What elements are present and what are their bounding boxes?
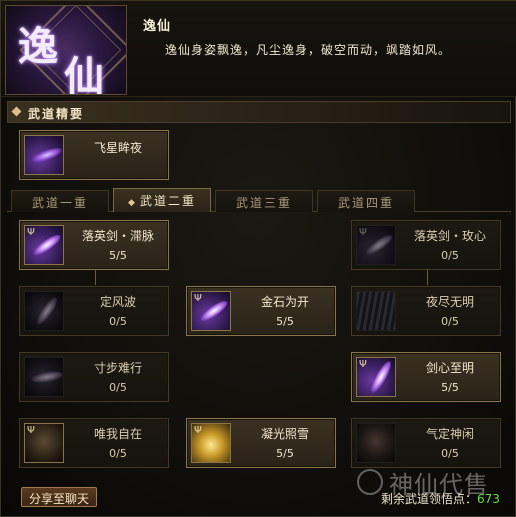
sword-slash-icon: Ψ bbox=[191, 291, 231, 331]
gold-light-icon: Ψ bbox=[191, 423, 231, 463]
skill-card-r2-left[interactable]: 定风波 0/5 bbox=[19, 286, 169, 336]
tree-connector bbox=[95, 269, 96, 285]
skill-card-r2-mid[interactable]: Ψ 金石为开 5/5 bbox=[186, 286, 336, 336]
skill-level: 5/5 bbox=[441, 381, 459, 394]
sect-title: 逸仙 bbox=[143, 19, 172, 34]
sword-light-icon: Ψ bbox=[356, 357, 396, 397]
skill-level: 5/5 bbox=[276, 447, 294, 460]
skill-card-r4-left[interactable]: Ψ 唯我自在 0/5 bbox=[19, 418, 169, 468]
sect-header: 逸 仙 逸仙 逸仙身姿飘逸，凡尘逸身，破空而动，飒踏如风。 bbox=[1, 1, 516, 97]
skill-name: 剑心至明 bbox=[425, 361, 474, 375]
diamond-bullet-icon: ◆ bbox=[128, 198, 137, 208]
tab-tier-1[interactable]: 武道一重 bbox=[11, 190, 109, 212]
essence-skill-card[interactable]: 飞星眸夜 bbox=[19, 130, 169, 180]
diamond-icon bbox=[11, 106, 22, 117]
skill-level: 5/5 bbox=[276, 315, 294, 328]
skill-level: 0/5 bbox=[109, 315, 127, 328]
sword-slash-icon: Ψ bbox=[24, 225, 64, 265]
martial-path-panel: 逸 仙 逸仙 逸仙身姿飘逸，凡尘逸身，破空而动，飒踏如风。 武道精要 飞星眸夜 … bbox=[0, 0, 516, 517]
skill-name: 凝光照雪 bbox=[260, 427, 309, 441]
skill-name: 寸步难行 bbox=[93, 361, 142, 375]
skill-level: 0/5 bbox=[109, 381, 127, 394]
skill-card-r1-right[interactable]: Ψ 落英剑・玫心 0/5 bbox=[351, 220, 501, 270]
tab-label: 武道二重 bbox=[139, 194, 196, 208]
skill-card-r3-left[interactable]: 寸步难行 0/5 bbox=[19, 352, 169, 402]
skill-card-r1-left[interactable]: Ψ 落英剑・滞脉 5/5 bbox=[19, 220, 169, 270]
watermark-logo-icon bbox=[357, 469, 383, 495]
tab-tier-4[interactable]: 武道四重 bbox=[317, 190, 415, 212]
skill-name: 金石为开 bbox=[260, 295, 309, 309]
tab-tier-3[interactable]: 武道三重 bbox=[215, 190, 313, 212]
emblem-char-1: 逸 bbox=[18, 23, 58, 70]
emblem-char-2: 仙 bbox=[64, 53, 104, 95]
skill-name: 飞星眸夜 bbox=[93, 141, 142, 155]
skill-name: 落英剑・滞脉 bbox=[81, 229, 154, 243]
skill-name: 夜尽无明 bbox=[425, 295, 474, 309]
skill-level: 5/5 bbox=[109, 249, 127, 262]
figure-icon: Ψ bbox=[24, 423, 64, 463]
skill-card-r2-right[interactable]: 夜尽无明 0/5 bbox=[351, 286, 501, 336]
share-to-chat-button[interactable]: 分享至聊天 bbox=[21, 487, 97, 507]
skill-name: 气定神闲 bbox=[425, 427, 474, 441]
skill-card-r4-right[interactable]: 气定神闲 0/5 bbox=[351, 418, 501, 468]
points-label: 剩余武道领悟点： bbox=[381, 492, 478, 506]
sword-slash-icon: Ψ bbox=[356, 225, 396, 265]
skill-name: 唯我自在 bbox=[93, 427, 142, 441]
skill-level: 0/5 bbox=[109, 447, 127, 460]
section-title: 武道精要 bbox=[28, 107, 85, 121]
tab-label: 武道一重 bbox=[31, 196, 88, 210]
wind-icon bbox=[24, 291, 64, 331]
sect-description: 逸仙身姿飘逸，凡尘逸身，破空而动，飒踏如风。 bbox=[165, 43, 452, 57]
essence-section-header: 武道精要 bbox=[7, 101, 511, 123]
tab-tier-2[interactable]: ◆ 武道二重 bbox=[113, 188, 211, 212]
skill-card-r3-right[interactable]: Ψ 剑心至明 5/5 bbox=[351, 352, 501, 402]
remaining-points: 剩余武道领悟点：673 bbox=[381, 490, 500, 507]
sect-emblem: 逸 仙 bbox=[5, 5, 127, 95]
tab-label: 武道三重 bbox=[235, 196, 292, 210]
flying-star-icon bbox=[24, 135, 64, 175]
meditation-icon bbox=[356, 423, 396, 463]
tab-label: 武道四重 bbox=[337, 196, 394, 210]
slash-icon bbox=[24, 357, 64, 397]
points-value: 673 bbox=[477, 492, 500, 506]
skill-level: 0/5 bbox=[441, 447, 459, 460]
skill-level: 0/5 bbox=[441, 249, 459, 262]
skill-name: 落英剑・玫心 bbox=[413, 229, 486, 243]
tier-tabs: 武道一重 ◆ 武道二重 武道三重 武道四重 bbox=[7, 188, 511, 212]
skill-name: 定风波 bbox=[99, 295, 136, 309]
skill-level: 0/5 bbox=[441, 315, 459, 328]
tree-connector bbox=[427, 269, 428, 285]
skill-card-r4-mid[interactable]: Ψ 凝光照雪 5/5 bbox=[186, 418, 336, 468]
night-icon bbox=[356, 291, 396, 331]
